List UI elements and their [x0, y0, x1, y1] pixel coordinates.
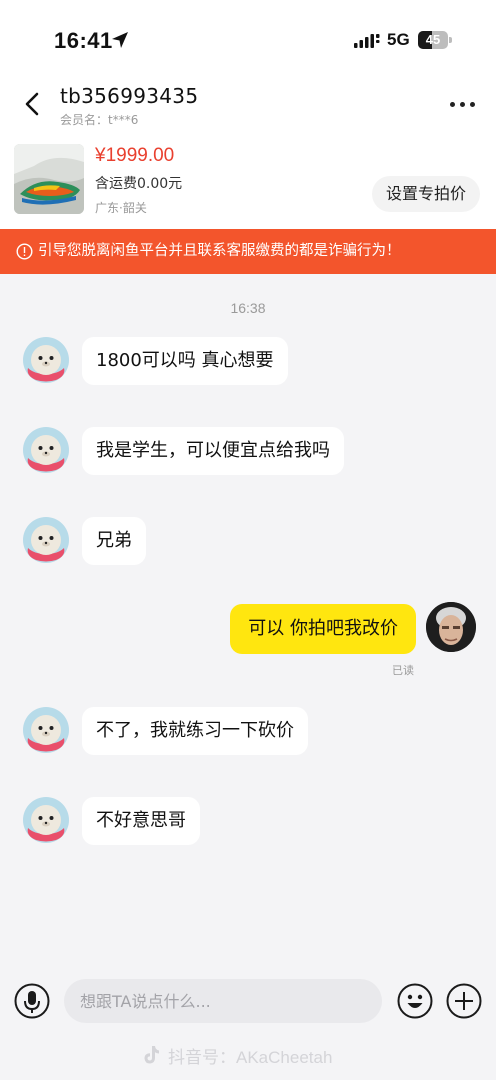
warning-text: 引导您脱离闲鱼平台并且联系客服缴费的都是诈骗行为！ — [38, 243, 401, 259]
timestamp: 16:38 — [230, 300, 266, 316]
incoming-message[interactable]: 我是学生，可以便宜点给我吗 — [82, 427, 344, 475]
smiley-icon[interactable] — [397, 983, 433, 1019]
incoming-message[interactable]: 1800可以吗 真心想要 — [82, 337, 288, 385]
incoming-message[interactable]: 兄弟 — [82, 517, 146, 565]
microphone-icon[interactable] — [14, 983, 50, 1019]
incoming-message[interactable]: 不了，我就练习一下砍价 — [82, 707, 308, 755]
avatar[interactable] — [22, 516, 70, 564]
avatar[interactable] — [22, 336, 70, 384]
product-shipping: 含运费0.00元 — [95, 176, 183, 192]
message-row: 不好意思哥 — [0, 796, 496, 852]
chat-title: tb356993435 — [60, 84, 199, 108]
watermark-text: 抖音号：AKaCheetah — [168, 1048, 333, 1067]
product-card[interactable]: ¥1999.00 含运费0.00元 广东·韶关 设置专拍价 — [0, 130, 496, 229]
message-row: 我是学生，可以便宜点给我吗 — [0, 426, 496, 482]
avatar[interactable] — [22, 426, 70, 474]
message-input[interactable] — [64, 979, 382, 1023]
fraud-warning-banner: 引导您脱离闲鱼平台并且联系客服缴费的都是诈骗行为！ — [0, 229, 496, 274]
plus-circle-icon[interactable] — [446, 983, 482, 1019]
battery-icon: 45 — [418, 31, 452, 49]
network-label: 5G — [387, 30, 410, 49]
message-row: 兄弟 — [0, 516, 496, 572]
outgoing-message[interactable]: 可以 你拍吧我改价 — [230, 604, 416, 654]
avatar[interactable] — [22, 706, 70, 754]
signal-icon — [354, 34, 380, 48]
battery-level: 45 — [425, 32, 441, 47]
message-row: 可以 你拍吧我改价 已读 — [0, 602, 496, 678]
message-row: 1800可以吗 真心想要 — [0, 336, 496, 392]
message-row: 不了，我就练习一下砍价 — [0, 706, 496, 762]
member-name: 会员名：t***6 — [60, 111, 138, 128]
input-bar: 抖音号：AKaCheetah — [0, 974, 496, 1080]
info-circle-icon — [16, 243, 33, 260]
member-value: t***6 — [108, 113, 139, 127]
back-button[interactable] — [18, 88, 48, 120]
status-time: 16:41 — [54, 28, 113, 53]
product-location: 广东·韶关 — [95, 201, 147, 215]
incoming-message[interactable]: 不好意思哥 — [82, 797, 200, 845]
more-button[interactable] — [448, 94, 478, 114]
location-arrow-icon — [112, 32, 128, 48]
chat-area[interactable]: 16:38 1800可以吗 真心想要 我是学生，可以便宜点给我吗 兄弟 可以 你… — [0, 274, 496, 974]
member-label: 会员名： — [60, 113, 109, 127]
tiktok-logo-icon — [144, 1046, 159, 1064]
read-receipt: 已读 — [392, 664, 414, 677]
status-bar: 16:41 5G 45 — [0, 0, 496, 80]
product-price: ¥1999.00 — [95, 145, 175, 166]
set-special-price-button[interactable]: 设置专拍价 — [372, 176, 480, 212]
product-image[interactable] — [14, 144, 84, 214]
user-avatar[interactable] — [426, 602, 476, 652]
avatar[interactable] — [22, 796, 70, 844]
chat-header: tb356993435 会员名：t***6 — [0, 80, 496, 130]
